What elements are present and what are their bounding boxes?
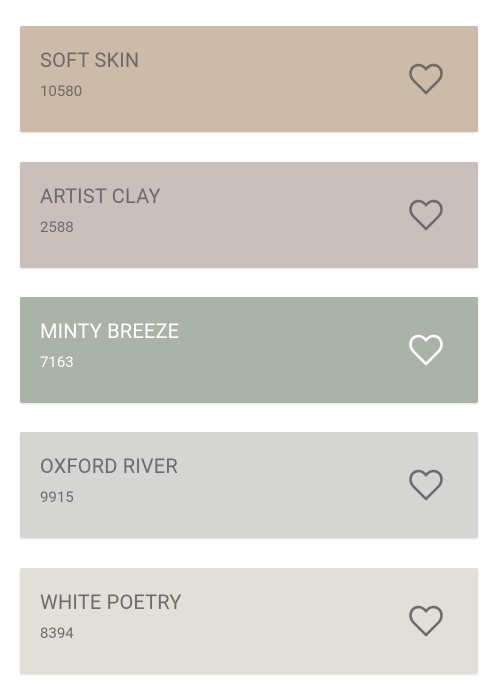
swatch-code: 8394 (40, 624, 74, 642)
swatch-name: WHITE POETRY (40, 590, 182, 614)
swatch-card[interactable]: ARTIST CLAY 2588 (20, 162, 478, 268)
heart-icon[interactable] (408, 62, 444, 96)
swatch-code: 10580 (40, 82, 83, 100)
heart-icon[interactable] (408, 198, 444, 232)
swatch-code: 7163 (40, 353, 74, 371)
swatch-code: 2588 (40, 218, 74, 236)
swatch-name: OXFORD RIVER (40, 454, 178, 478)
swatch-name: ARTIST CLAY (40, 184, 161, 208)
heart-icon[interactable] (408, 468, 444, 502)
swatch-card[interactable]: OXFORD RIVER 9915 (20, 432, 478, 538)
heart-icon[interactable] (408, 604, 444, 638)
swatch-card[interactable]: WHITE POETRY 8394 (20, 568, 478, 674)
swatch-name: MINTY BREEZE (40, 319, 180, 343)
swatch-name: SOFT SKIN (40, 48, 140, 72)
swatch-code: 9915 (40, 488, 74, 506)
heart-icon[interactable] (408, 333, 444, 367)
swatch-card[interactable]: SOFT SKIN 10580 (20, 26, 478, 132)
swatch-card[interactable]: MINTY BREEZE 7163 (20, 297, 478, 403)
